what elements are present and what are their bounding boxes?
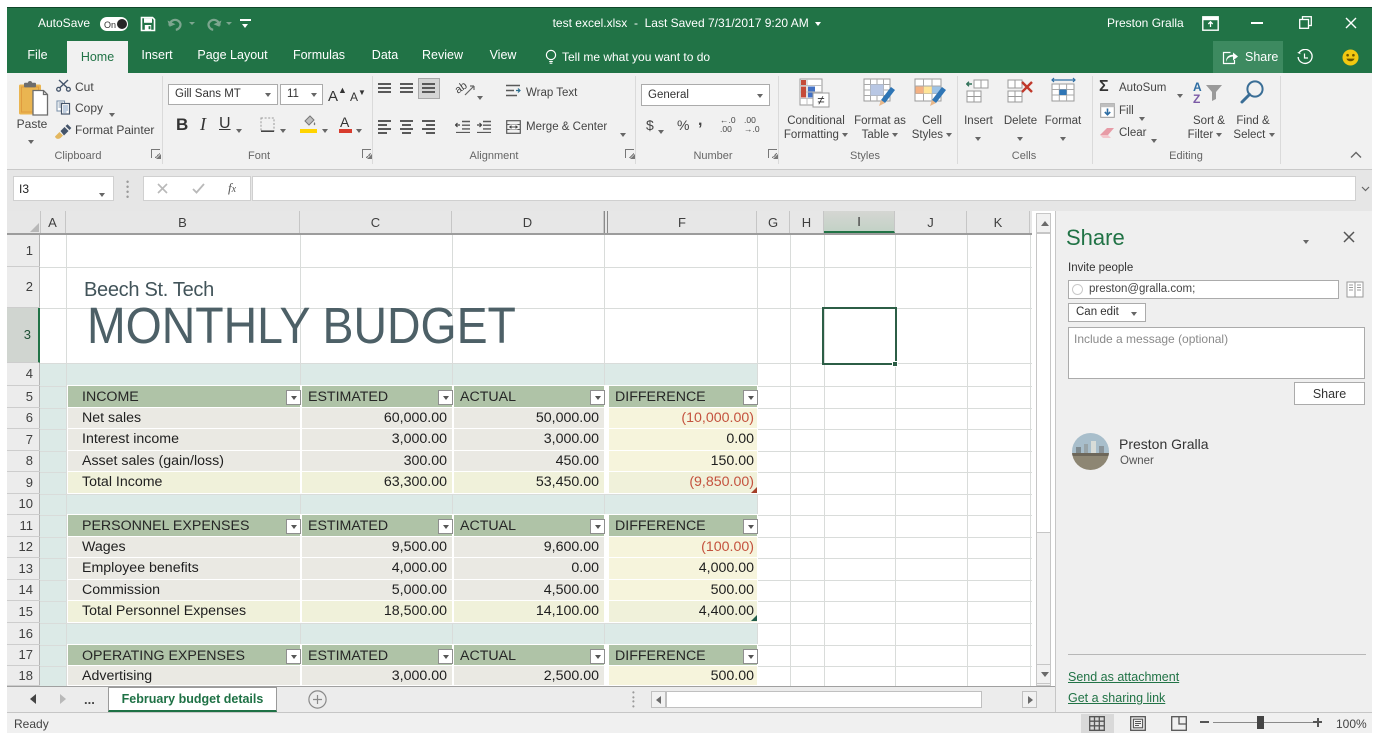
svg-text:≠: ≠ <box>817 93 824 108</box>
